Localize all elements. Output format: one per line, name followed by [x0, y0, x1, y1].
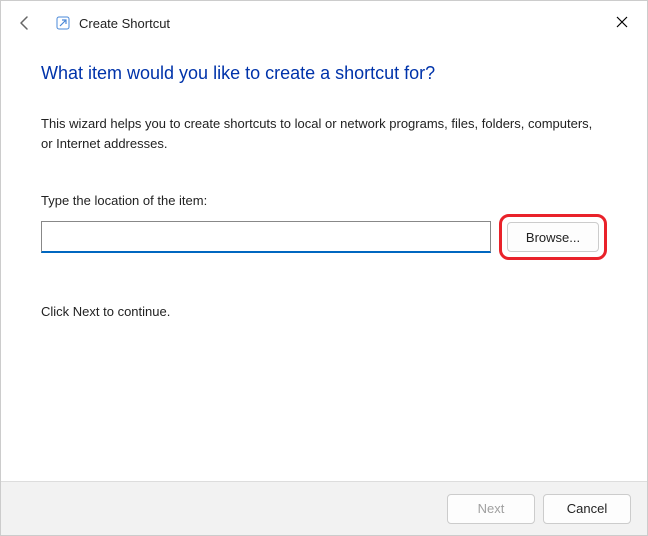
browse-highlight: Browse...: [499, 214, 607, 260]
page-heading: What item would you like to create a sho…: [41, 63, 607, 84]
location-input[interactable]: [41, 221, 491, 253]
location-label: Type the location of the item:: [41, 193, 607, 208]
window-title: Create Shortcut: [79, 16, 170, 31]
description-text: This wizard helps you to create shortcut…: [41, 114, 607, 153]
titlebar: Create Shortcut: [1, 1, 647, 45]
back-arrow-icon[interactable]: [13, 11, 37, 35]
footer: Next Cancel: [1, 481, 647, 535]
continue-hint: Click Next to continue.: [41, 304, 607, 319]
browse-button[interactable]: Browse...: [507, 222, 599, 252]
shortcut-icon: [55, 15, 71, 31]
cancel-button[interactable]: Cancel: [543, 494, 631, 524]
content-area: What item would you like to create a sho…: [1, 45, 647, 319]
close-button[interactable]: [603, 7, 641, 37]
location-field-row: Browse...: [41, 214, 607, 260]
next-button[interactable]: Next: [447, 494, 535, 524]
